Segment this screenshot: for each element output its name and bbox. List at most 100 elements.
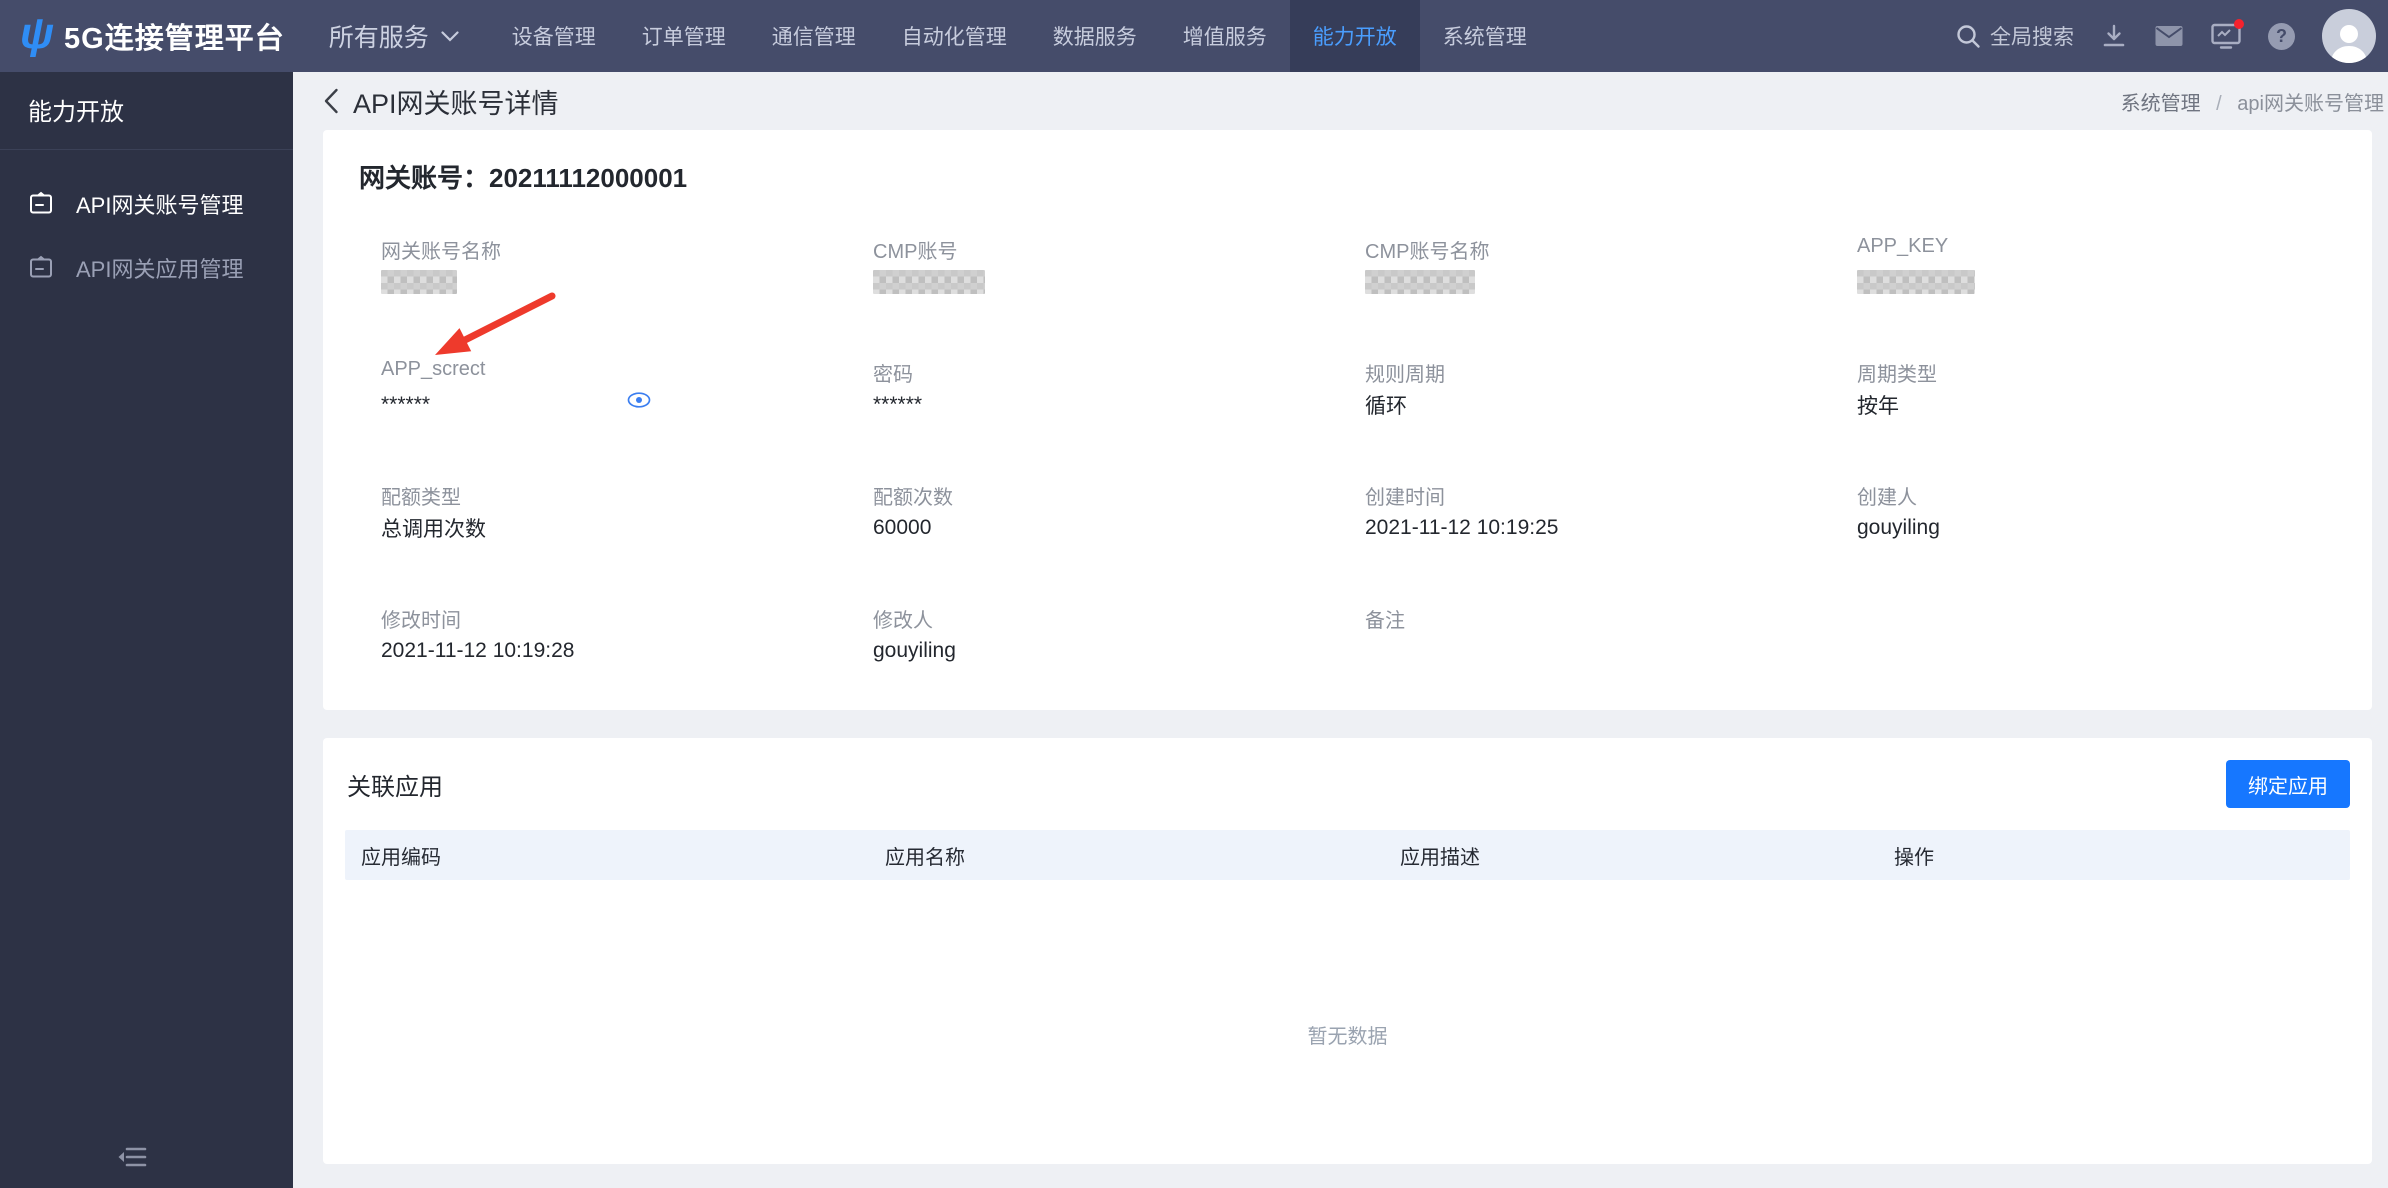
field-label: 网关账号名称	[381, 241, 501, 263]
related-apps-card: 关联应用 绑定应用 应用编码 应用名称 应用描述 操作 暂无数据	[323, 738, 2372, 1164]
censored-value-block	[1365, 270, 1475, 294]
topnav-item[interactable]: 增值服务	[1160, 0, 1290, 72]
field-value: gouyiling	[873, 638, 1365, 664]
detail-field: CMP账号名称	[1365, 235, 1857, 294]
eye-icon[interactable]	[627, 392, 651, 408]
topnav-item[interactable]: 系统管理	[1420, 0, 1550, 72]
field-value-text: gouyiling	[873, 639, 956, 662]
censored-value-block	[873, 270, 985, 294]
field-label: 密码	[873, 364, 913, 386]
related-apps-header: 关联应用 绑定应用	[345, 738, 2350, 830]
back-button[interactable]: API网关账号详情	[323, 82, 559, 121]
field-label: CMP账号名称	[1365, 241, 1490, 263]
topnav-item[interactable]: 自动化管理	[879, 0, 1030, 72]
field-value	[873, 269, 1365, 295]
field-label: 周期类型	[1857, 364, 1937, 386]
topnav-item-label: 设备管理	[511, 26, 596, 49]
censored-value-block	[1857, 270, 1975, 294]
sidebar-item[interactable]: API网关应用管理	[0, 236, 293, 300]
field-value: 按年	[1857, 392, 2349, 418]
detail-field: 修改时间 2021-11-12 10:19:28	[381, 604, 873, 662]
chevron-down-icon	[441, 30, 459, 42]
page-header: API网关账号详情 系统管理 / api网关账号管理	[293, 72, 2388, 130]
collapse-sidebar-icon[interactable]	[118, 1145, 148, 1174]
breadcrumb-parent[interactable]: 系统管理	[2121, 93, 2201, 115]
topbar: ψ 5G连接管理平台 所有服务 设备管理 订单管理 通信管理 自动化管理 数据服…	[0, 0, 2388, 72]
detail-field: 创建时间 2021-11-12 10:19:25	[1365, 481, 1857, 539]
field-value: 总调用次数	[381, 515, 873, 541]
field-value: 2021-11-12 10:19:28	[381, 638, 873, 664]
sidebar-item-label: API网关应用管理	[76, 257, 244, 282]
breadcrumb-separator: /	[2216, 92, 2222, 115]
detail-field: 网关账号名称	[381, 235, 873, 294]
detail-field: 密码 ******	[873, 358, 1365, 416]
topbar-right: 全局搜索 ?	[1956, 9, 2376, 63]
topnav-item-label: 通信管理	[771, 26, 856, 49]
sidebar-menu: API网关账号管理 API网关应用管理	[0, 150, 293, 300]
field-label: 规则周期	[1365, 364, 1445, 386]
topnav-item-label: 自动化管理	[901, 26, 1007, 49]
table-header-cell: 应用描述	[1400, 846, 1480, 869]
detail-field-grid: 网关账号名称 CMP账号 CMP账号名称 APP_KEY APP_screct …	[381, 235, 2349, 662]
sidebar-item[interactable]: API网关账号管理	[0, 172, 293, 236]
global-search[interactable]: 全局搜索	[1956, 21, 2074, 51]
all-services-menu[interactable]: 所有服务	[329, 18, 459, 54]
related-apps-title: 关联应用	[347, 773, 443, 801]
field-value-text: 2021-11-12 10:19:25	[1365, 516, 1559, 539]
topnav-item[interactable]: 通信管理	[749, 0, 879, 72]
field-label: APP_screct	[381, 358, 486, 380]
field-label: 备注	[1365, 610, 1405, 632]
field-value: 循环	[1365, 392, 1857, 418]
main-content: API网关账号详情 系统管理 / api网关账号管理 网关账号：20211112…	[293, 72, 2388, 1188]
topnav-item[interactable]: 能力开放	[1289, 0, 1420, 72]
bind-app-button[interactable]: 绑定应用	[2226, 760, 2350, 808]
topnav-item[interactable]: 数据服务	[1030, 0, 1160, 72]
topnav-item-label: 增值服务	[1182, 26, 1267, 49]
topnav-item[interactable]: 订单管理	[619, 0, 749, 72]
field-value: ******	[873, 392, 1365, 418]
detail-field: 规则周期 循环	[1365, 358, 1857, 418]
breadcrumb-current: api网关账号管理	[2237, 92, 2384, 115]
search-label: 全局搜索	[1990, 26, 2074, 49]
detail-field: 修改人 gouyiling	[873, 604, 1365, 662]
topnav-item-label: 数据服务	[1052, 26, 1137, 49]
related-apps-table-header: 应用编码 应用名称 应用描述 操作	[345, 830, 2350, 880]
field-value-text: ******	[873, 393, 923, 416]
download-icon[interactable]	[2101, 23, 2127, 49]
topnav-item[interactable]: 设备管理	[489, 0, 619, 72]
notification-dot	[2234, 18, 2244, 29]
topnav-item-label: 系统管理	[1442, 26, 1527, 49]
field-label: 配额类型	[381, 487, 461, 509]
field-value-text: 按年	[1857, 395, 1899, 418]
detail-field: 备注	[1365, 604, 1857, 660]
gateway-account-detail-card: 网关账号：20211112000001 网关账号名称 CMP账号 CMP账号名称…	[323, 130, 2372, 710]
detail-field: 配额次数 60000	[873, 481, 1365, 539]
clipboard-icon	[28, 191, 54, 217]
avatar[interactable]	[2322, 9, 2376, 63]
monitor-alert-icon[interactable]	[2211, 18, 2244, 50]
table-header-cell: 操作	[1894, 846, 1934, 869]
all-services-label: 所有服务	[328, 24, 429, 52]
field-value	[1365, 269, 1857, 295]
sidebar: 能力开放 API网关账号管理 API网关应用管理	[0, 72, 293, 1188]
brand: ψ 5G连接管理平台	[20, 12, 285, 58]
detail-field: APP_screct ******	[381, 358, 873, 416]
topnav-item-label: 能力开放	[1312, 26, 1397, 49]
detail-field: 周期类型 按年	[1857, 358, 2349, 418]
field-value-text: 总调用次数	[381, 518, 486, 541]
search-icon	[1956, 24, 1981, 49]
field-label: 配额次数	[873, 487, 953, 509]
topnav-item-label: 订单管理	[641, 26, 726, 49]
help-icon[interactable]: ?	[2268, 22, 2295, 50]
empty-state-text: 暂无数据	[1307, 1026, 1388, 1048]
detail-field: APP_KEY	[1857, 235, 2349, 294]
field-value-text: 循环	[1365, 395, 1407, 418]
detail-field: 创建人 gouyiling	[1857, 481, 2349, 539]
chevron-left-icon	[323, 88, 339, 114]
mail-icon[interactable]	[2154, 24, 2184, 48]
table-header-cell: 应用名称	[885, 846, 965, 869]
field-value	[381, 269, 873, 295]
field-value: 60000	[873, 515, 1365, 541]
field-value-text: gouyiling	[1857, 516, 1940, 539]
field-label: CMP账号	[873, 241, 958, 263]
